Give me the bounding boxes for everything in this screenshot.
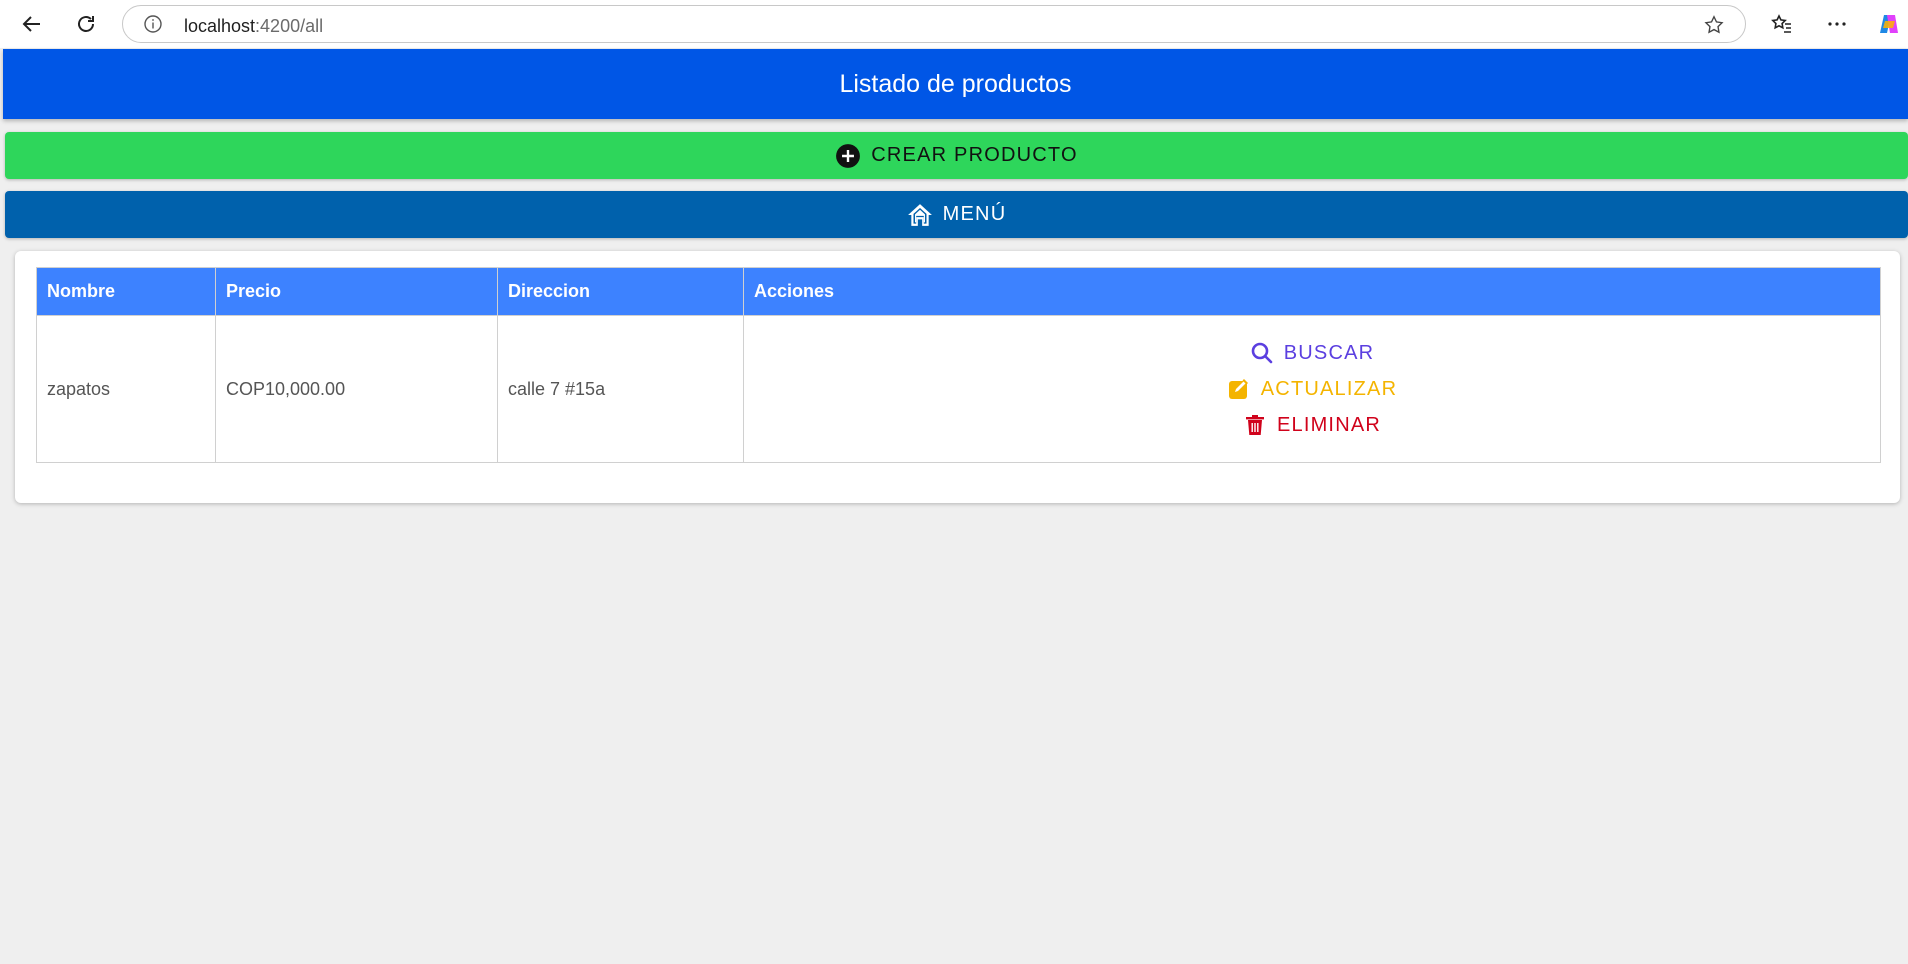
info-icon[interactable] — [143, 14, 163, 34]
cell-precio: COP10,000.00 — [215, 315, 498, 463]
header-nombre: Nombre — [36, 267, 216, 316]
url-text[interactable]: localhost:4200/all — [184, 16, 323, 37]
home-icon — [907, 202, 933, 228]
header-acciones: Acciones — [743, 267, 1881, 316]
header-precio: Precio — [215, 267, 498, 316]
back-arrow-icon[interactable] — [16, 8, 48, 40]
update-button[interactable]: ACTUALIZAR — [1227, 377, 1397, 401]
cell-acciones: BUSCAR ACTUALIZAR ELIMINAR — [743, 315, 1881, 463]
reload-icon[interactable] — [70, 8, 102, 40]
search-button[interactable]: BUSCAR — [1250, 341, 1375, 365]
table-header-row: Nombre Precio Direccion Acciones — [36, 267, 1881, 316]
trash-icon — [1243, 413, 1267, 437]
create-product-label: CREAR PRODUCTO — [871, 144, 1078, 166]
more-icon[interactable] — [1821, 8, 1853, 40]
create-product-button[interactable]: CREAR PRODUCTO — [5, 132, 1908, 179]
plus-circle-icon — [835, 143, 861, 169]
address-bar[interactable]: localhost:4200/all — [122, 5, 1746, 43]
delete-label: ELIMINAR — [1276, 413, 1382, 436]
products-table: Nombre Precio Direccion Acciones zapatos… — [36, 267, 1881, 463]
app-header: Listado de productos — [3, 49, 1908, 119]
copilot-icon[interactable] — [1873, 8, 1905, 40]
header-direccion: Direccion — [497, 267, 744, 316]
products-card: Nombre Precio Direccion Acciones zapatos… — [15, 251, 1900, 503]
search-label: BUSCAR — [1283, 341, 1375, 364]
menu-label: MENÚ — [942, 203, 1007, 225]
cell-nombre: zapatos — [36, 315, 216, 463]
search-icon — [1250, 341, 1274, 365]
menu-button[interactable]: MENÚ — [5, 191, 1908, 238]
star-icon[interactable] — [1703, 14, 1725, 36]
cell-direccion: calle 7 #15a — [497, 315, 744, 463]
favorites-icon[interactable] — [1766, 8, 1798, 40]
update-label: ACTUALIZAR — [1260, 377, 1398, 400]
page-title: Listado de productos — [839, 69, 1072, 98]
table-row: zapatos COP10,000.00 calle 7 #15a BUSCAR — [36, 315, 1881, 463]
browser-toolbar: localhost:4200/all — [0, 0, 1908, 48]
actions-group: BUSCAR ACTUALIZAR ELIMINAR — [754, 341, 1870, 437]
edit-icon — [1227, 377, 1251, 401]
delete-button[interactable]: ELIMINAR — [1243, 413, 1381, 437]
